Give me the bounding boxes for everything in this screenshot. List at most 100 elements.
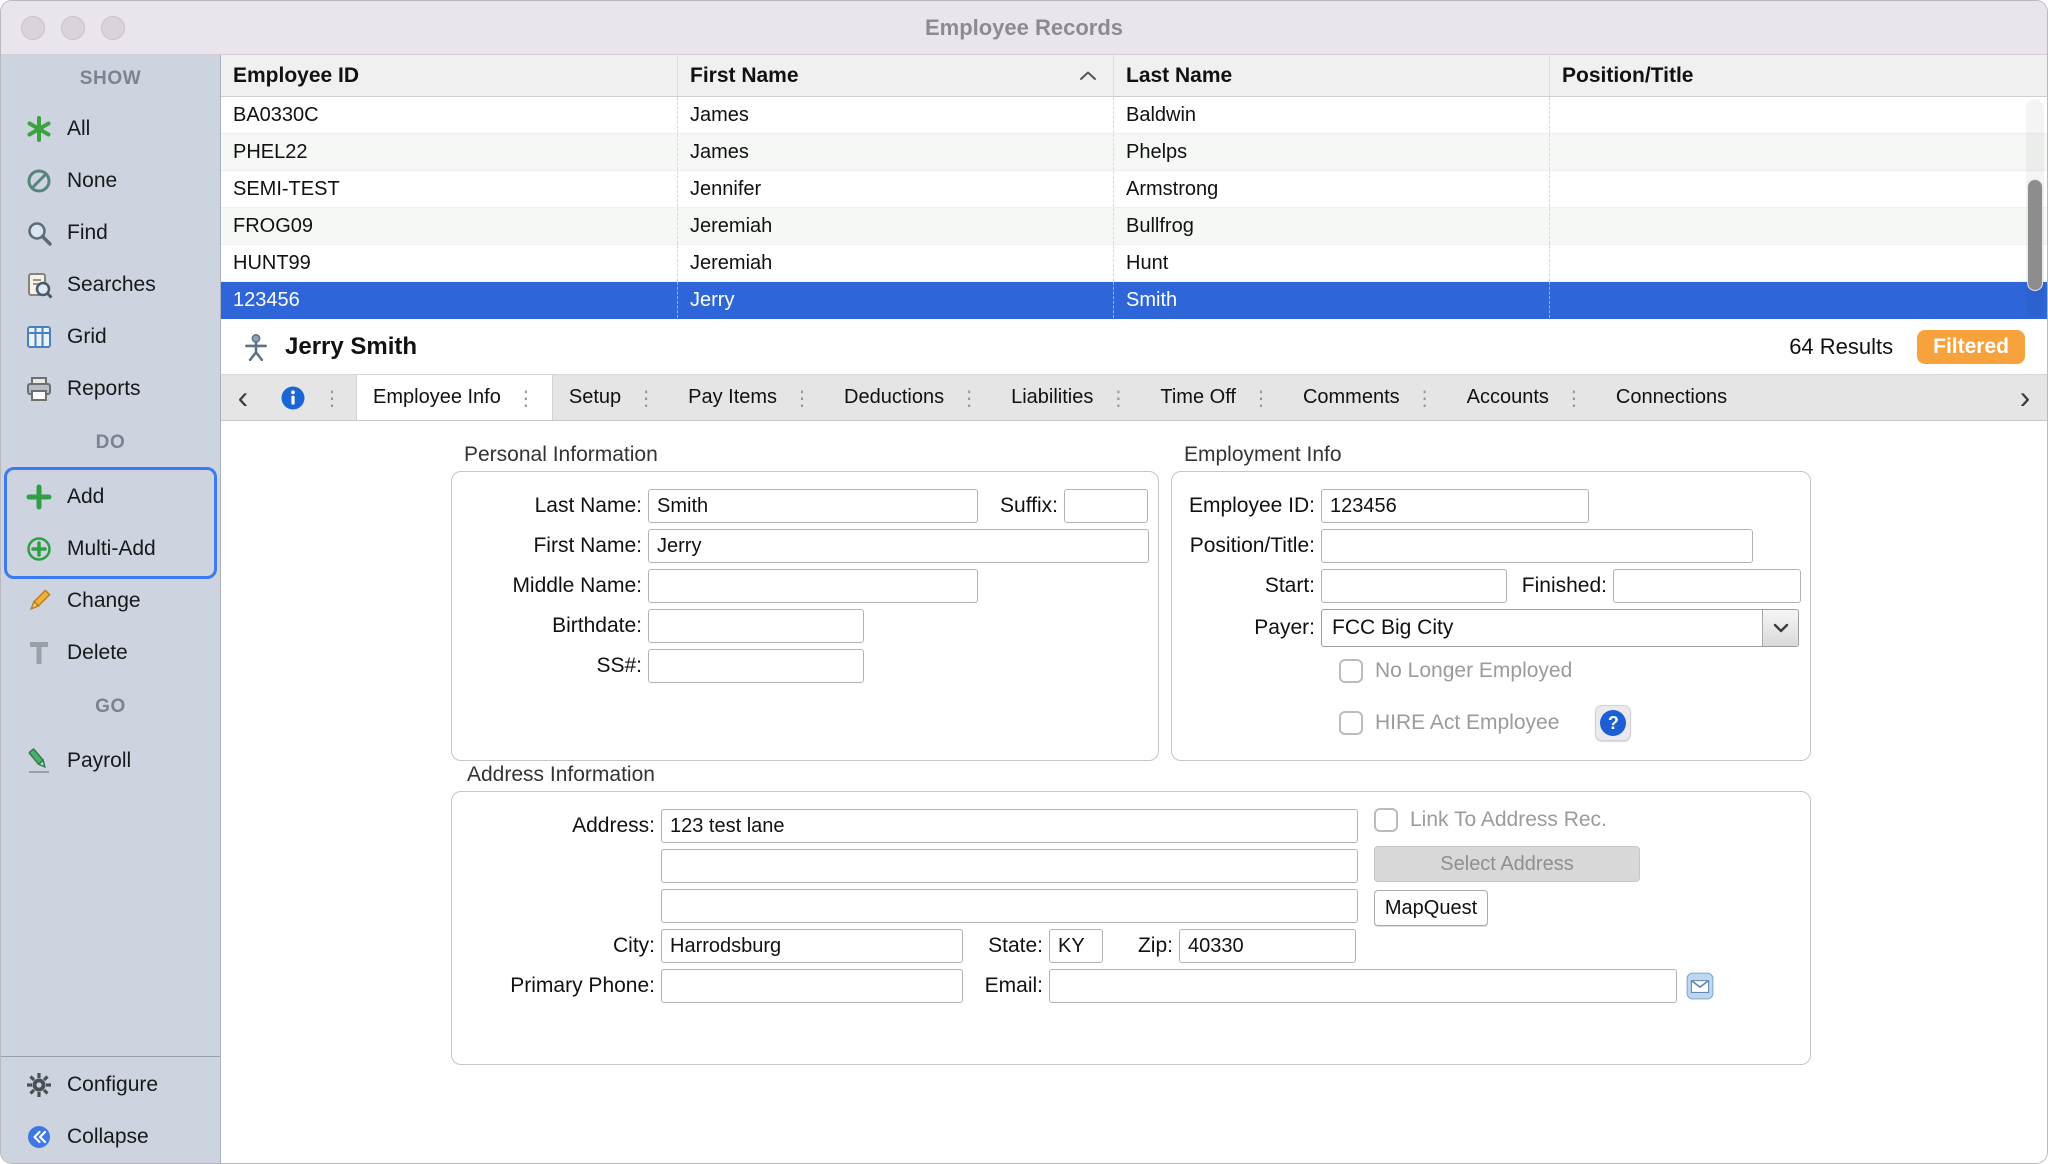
sidebar-item-reports[interactable]: Reports (1, 363, 220, 415)
hire-act-help-button[interactable]: ? (1595, 705, 1631, 741)
suffix-field[interactable] (1064, 489, 1148, 523)
tab-time-off[interactable]: Time Off (1144, 375, 1287, 420)
tab-menu-dots-icon[interactable] (792, 386, 812, 410)
sidebar-item-label: Grid (67, 325, 107, 349)
tab-menu-dots-icon[interactable] (1108, 386, 1128, 410)
sidebar-item-label: Configure (67, 1073, 158, 1097)
select-address-button[interactable]: Select Address (1374, 846, 1640, 882)
employee-id-label: Employee ID: (1172, 494, 1315, 518)
column-header-first-name[interactable]: First Name (677, 55, 1113, 96)
zoom-window-button[interactable] (101, 16, 125, 40)
sidebar-item-searches[interactable]: Searches (1, 259, 220, 311)
column-header-employee-id[interactable]: Employee ID (221, 55, 677, 96)
finished-date-field[interactable] (1613, 569, 1801, 603)
employee-id-field[interactable] (1321, 489, 1589, 523)
employee-info-panel: Personal Information Last Name: Suffix: … (221, 421, 2047, 1163)
address-line3-field[interactable] (661, 889, 1358, 923)
sidebar-item-find[interactable]: Find (1, 207, 220, 259)
filtered-badge: Filtered (1917, 330, 2025, 364)
tab-menu-dots-icon[interactable] (322, 386, 342, 410)
sidebar-item-change[interactable]: Change (1, 575, 220, 627)
tab-record-info[interactable] (265, 375, 356, 420)
sidebar-item-multi-add[interactable]: Multi-Add (1, 523, 220, 575)
scrollbar-track[interactable] (2026, 99, 2044, 317)
question-circle-icon: ? (1600, 710, 1626, 736)
position-title-field[interactable] (1321, 529, 1753, 563)
table-grid-icon (23, 322, 55, 352)
tab-employee-info[interactable]: Employee Info (356, 375, 553, 420)
tab-pay-items[interactable]: Pay Items (672, 375, 828, 420)
tab-menu-dots-icon[interactable] (636, 386, 656, 410)
info-circle-icon (279, 384, 307, 412)
column-header-last-name[interactable]: Last Name (1113, 55, 1549, 96)
chevron-down-icon[interactable] (1762, 610, 1798, 646)
tab-liabilities[interactable]: Liabilities (995, 375, 1144, 420)
circle-plus-icon (23, 534, 55, 564)
sidebar-item-configure[interactable]: Configure (1, 1059, 220, 1111)
table-row[interactable]: HUNT99 Jeremiah Hunt (221, 245, 2047, 282)
tab-menu-dots-icon[interactable] (959, 386, 979, 410)
primary-phone-field[interactable] (661, 969, 963, 1003)
link-to-address-label: Link To Address Rec. (1410, 808, 1607, 832)
payer-dropdown[interactable]: FCC Big City (1321, 609, 1799, 647)
sidebar-item-delete[interactable]: Delete (1, 627, 220, 679)
employment-info-title: Employment Info (1184, 443, 1342, 467)
birthdate-field[interactable] (648, 609, 864, 643)
gear-icon (23, 1070, 55, 1100)
table-row[interactable]: FROG09 Jeremiah Bullfrog (221, 208, 2047, 245)
city-field[interactable] (661, 929, 963, 963)
sidebar-item-collapse[interactable]: Collapse (1, 1111, 220, 1163)
close-window-button[interactable] (21, 16, 45, 40)
sidebar-item-none[interactable]: None (1, 155, 220, 207)
email-field[interactable] (1049, 969, 1677, 1003)
primary-phone-label: Primary Phone: (452, 974, 655, 998)
tab-comments[interactable]: Comments (1287, 375, 1451, 420)
tab-menu-dots-icon[interactable] (1415, 386, 1435, 410)
state-field[interactable] (1049, 929, 1103, 963)
address-line2-field[interactable] (661, 849, 1358, 883)
table-row-selected[interactable]: 123456 Jerry Smith (221, 282, 2047, 319)
tab-menu-dots-icon[interactable] (1251, 386, 1271, 410)
sidebar-item-label: Multi-Add (67, 537, 156, 561)
sidebar-item-add[interactable]: Add (1, 471, 220, 523)
tab-menu-dots-icon[interactable] (516, 386, 536, 410)
tabs-scroll-left-button[interactable]: ‹ (221, 375, 265, 420)
sidebar-item-all[interactable]: All (1, 103, 220, 155)
birthdate-label: Birthdate: (452, 614, 642, 638)
results-count: 64 Results (1789, 334, 1893, 360)
hire-act-label: HIRE Act Employee (1375, 711, 1559, 735)
tab-accounts[interactable]: Accounts (1451, 375, 1600, 420)
hire-act-checkbox[interactable] (1339, 711, 1363, 735)
ssn-field[interactable] (648, 649, 864, 683)
last-name-field[interactable] (648, 489, 978, 523)
zip-field[interactable] (1179, 929, 1356, 963)
start-date-field[interactable] (1321, 569, 1507, 603)
tab-deductions[interactable]: Deductions (828, 375, 995, 420)
minimize-window-button[interactable] (61, 16, 85, 40)
sidebar-item-grid[interactable]: Grid (1, 311, 220, 363)
tab-setup[interactable]: Setup (553, 375, 672, 420)
no-longer-employed-checkbox[interactable] (1339, 659, 1363, 683)
scrollbar-thumb[interactable] (2027, 179, 2043, 291)
titlebar[interactable]: Employee Records (1, 1, 2047, 55)
tab-menu-dots-icon[interactable] (1564, 386, 1584, 410)
employment-info-group: Employee ID: Position/Title: Start: Fini… (1171, 471, 1811, 761)
column-header-position-title[interactable]: Position/Title (1549, 55, 2047, 96)
email-app-icon[interactable] (1685, 971, 1715, 1001)
tab-connections[interactable]: Connections (1600, 375, 1743, 420)
address-line1-field[interactable] (661, 809, 1358, 843)
table-row[interactable]: SEMI-TEST Jennifer Armstrong (221, 171, 2047, 208)
first-name-field[interactable] (648, 529, 1149, 563)
tabs-scroll-right-button[interactable]: › (2003, 375, 2047, 420)
middle-name-field[interactable] (648, 569, 978, 603)
mapquest-button[interactable]: MapQuest (1374, 890, 1488, 926)
chevron-up-icon (1077, 69, 1099, 82)
table-row[interactable]: PHEL22 James Phelps (221, 134, 2047, 171)
sidebar-section-do: DO (1, 415, 220, 471)
sidebar-item-label: Find (67, 221, 108, 245)
document-magnifier-icon (23, 270, 55, 300)
sidebar-item-label: Searches (67, 273, 156, 297)
table-row[interactable]: BA0330C James Baldwin (221, 97, 2047, 134)
link-to-address-checkbox[interactable] (1374, 808, 1398, 832)
sidebar-item-payroll[interactable]: Payroll (1, 735, 220, 787)
